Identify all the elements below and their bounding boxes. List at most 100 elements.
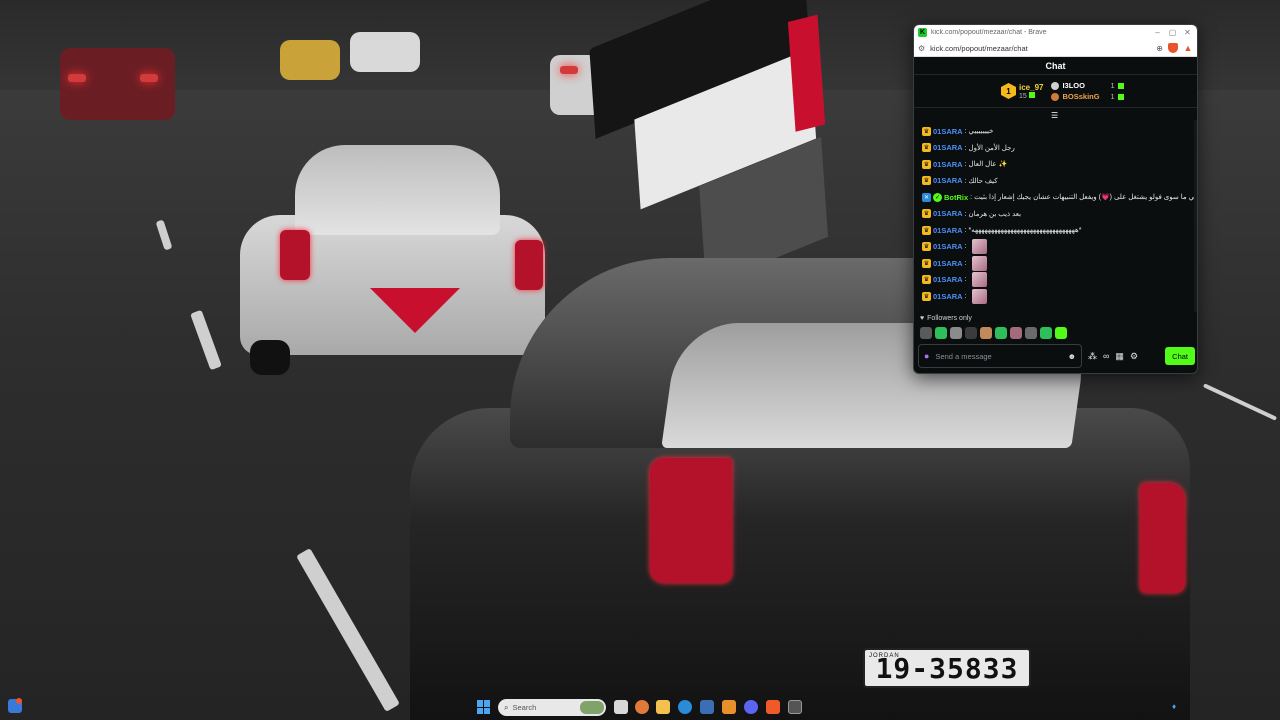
background-car: [350, 32, 420, 72]
system-tray-icon[interactable]: ♦: [1172, 702, 1176, 711]
chat-message[interactable]: ♛ 01SARA : خيييييييي: [922, 123, 1191, 140]
message-username[interactable]: 01SARA: [933, 275, 963, 284]
message-username[interactable]: 01SARA: [933, 242, 963, 251]
emote-button[interactable]: [1040, 327, 1052, 339]
copilot-icon[interactable]: [635, 700, 649, 714]
emote-button[interactable]: [1010, 327, 1022, 339]
url-text[interactable]: kick.com/popout/mezaar/chat: [930, 44, 1151, 53]
message-text: :: [964, 292, 967, 300]
leaderboard-item[interactable]: BOSskinG 1: [1051, 92, 1124, 101]
leaderboard-name: BOSskinG: [1062, 92, 1100, 101]
message-input[interactable]: [935, 351, 1062, 361]
task-view-icon[interactable]: [614, 700, 628, 714]
emote-button[interactable]: [935, 327, 947, 339]
store-app-icon[interactable]: [700, 700, 714, 714]
send-chat-button[interactable]: Chat: [1165, 347, 1195, 365]
kick-favicon-icon: K: [918, 28, 927, 37]
chat-message[interactable]: ♛ 01SARA : عال العال ✨: [922, 156, 1191, 173]
window-titlebar[interactable]: K kick.com/popout/mezaar/chat - Brave – …: [914, 25, 1197, 40]
zoom-icon[interactable]: ⊕: [1156, 44, 1163, 53]
chat-scrollbar[interactable]: [1194, 120, 1197, 312]
message-username[interactable]: 01SARA: [933, 292, 963, 301]
maximize-button[interactable]: ▢: [1167, 28, 1178, 37]
message-text: : رجل الأمن الأول: [964, 144, 1015, 152]
emote-button[interactable]: [920, 327, 932, 339]
leaderboard-first-name: ice_97: [1019, 82, 1044, 92]
microphone-icon[interactable]: ●: [924, 351, 929, 361]
emote-button[interactable]: [965, 327, 977, 339]
emote-button[interactable]: [995, 327, 1007, 339]
message-text: :: [964, 276, 967, 284]
emote-image[interactable]: [971, 288, 987, 304]
leaderboard-count: 1: [1110, 81, 1115, 90]
message-input-box[interactable]: ● ☻: [918, 344, 1082, 368]
file-explorer-icon[interactable]: [656, 700, 670, 714]
crown-badge-icon: ♛: [922, 242, 931, 252]
leaderboard-first[interactable]: 1 ice_97 15: [1001, 83, 1043, 100]
emote-image[interactable]: [971, 239, 987, 255]
chat-message[interactable]: ♛ 01SARA :: [922, 255, 1191, 272]
emote-image[interactable]: [971, 255, 987, 271]
store-icon[interactable]: ▦: [1115, 351, 1124, 362]
emote-button[interactable]: [980, 327, 992, 339]
emote-image[interactable]: [971, 272, 987, 288]
address-bar[interactable]: ⚙ kick.com/popout/mezaar/chat ⊕ ▲: [914, 40, 1197, 57]
message-text: : عال العال ✨: [964, 161, 1008, 169]
emote-button[interactable]: [1025, 327, 1037, 339]
search-placeholder: Search: [512, 703, 537, 712]
gift-icon: [1117, 82, 1124, 89]
crown-badge-icon: ♛: [922, 291, 931, 301]
message-text: : بعد ذيب بن هرمان: [964, 210, 1022, 218]
message-username[interactable]: 01SARA: [933, 226, 963, 235]
chat-message[interactable]: ♛ 01SARA :: [922, 272, 1191, 289]
search-icon: ⌕: [504, 702, 509, 712]
message-username[interactable]: 01SARA: [933, 160, 963, 169]
message-username[interactable]: 01SARA: [933, 127, 963, 136]
brave-icon[interactable]: [766, 700, 780, 714]
background-car: [280, 40, 340, 80]
chat-message[interactable]: ♛ 01SARA : رجل الأمن الأول: [922, 140, 1191, 157]
gift-icon: [1028, 91, 1035, 98]
chat-message[interactable]: ♛ 01SARA : بعد ذيب بن هرمان: [922, 206, 1191, 223]
taskbar-search[interactable]: ⌕ Search: [498, 699, 606, 716]
emote-button[interactable]: [950, 327, 962, 339]
message-username[interactable]: 01SARA: [933, 176, 963, 185]
close-button[interactable]: ✕: [1182, 28, 1193, 37]
emote-button[interactable]: [1055, 327, 1067, 339]
message-username[interactable]: BotRix: [944, 193, 968, 202]
minimize-button[interactable]: –: [1152, 28, 1163, 37]
leaderboard-first-count: 15: [1019, 91, 1043, 100]
prediction-icon[interactable]: ⁂: [1088, 351, 1097, 362]
crown-badge-icon: ♛: [922, 209, 931, 219]
message-username[interactable]: 01SARA: [933, 259, 963, 268]
edge-icon[interactable]: [678, 700, 692, 714]
brave-shields-icon[interactable]: [1168, 43, 1178, 53]
scroll-down-icon[interactable]: ☰: [1051, 111, 1058, 120]
chat-message[interactable]: ♛ 01SARA :: [922, 239, 1191, 256]
chat-message[interactable]: ♛ 01SARA : *هههههههههههههههههههههههههههه…: [922, 222, 1191, 239]
site-settings-icon[interactable]: ⚙: [918, 44, 925, 53]
taskbar: ⌕ Search ♦: [0, 696, 1280, 720]
leaderboard-others: I3LOO 1 BOSskinG 1: [1051, 81, 1124, 101]
gift-icon: [1117, 93, 1124, 100]
chat-message[interactable]: ✕ ✓ BotRix : إلي ما سوى فولو يشتغل على (…: [922, 189, 1197, 206]
start-button[interactable]: [477, 700, 491, 714]
message-username[interactable]: 01SARA: [933, 143, 963, 152]
gift-leaderboard: 1 ice_97 15 I3LOO 1 BOSskinG 1: [914, 75, 1197, 108]
chat-message[interactable]: ♛ 01SARA : كيف حالك: [922, 173, 1191, 190]
gear-icon[interactable]: ⚙: [1130, 351, 1138, 362]
browser-popup-window[interactable]: K kick.com/popout/mezaar/chat - Brave – …: [913, 24, 1198, 374]
obs-icon[interactable]: [788, 700, 802, 714]
tail-light: [140, 74, 158, 82]
leaderboard-item[interactable]: I3LOO 1: [1051, 81, 1124, 90]
app-icon[interactable]: [722, 700, 736, 714]
brave-rewards-icon[interactable]: ▲: [1183, 43, 1193, 53]
message-username[interactable]: 01SARA: [933, 209, 963, 218]
chat-messages[interactable]: ♛ 01SARA : خيييييييي ♛ 01SARA : رجل الأم…: [914, 120, 1197, 312]
discord-icon[interactable]: [744, 700, 758, 714]
infinity-icon[interactable]: ∞: [1103, 351, 1109, 361]
emoji-picker-icon[interactable]: ☻: [1068, 352, 1076, 361]
chat-message[interactable]: ♛ 01SARA :: [922, 288, 1191, 305]
silver-rank-icon: [1051, 81, 1060, 90]
heart-icon: ♥: [920, 315, 925, 322]
